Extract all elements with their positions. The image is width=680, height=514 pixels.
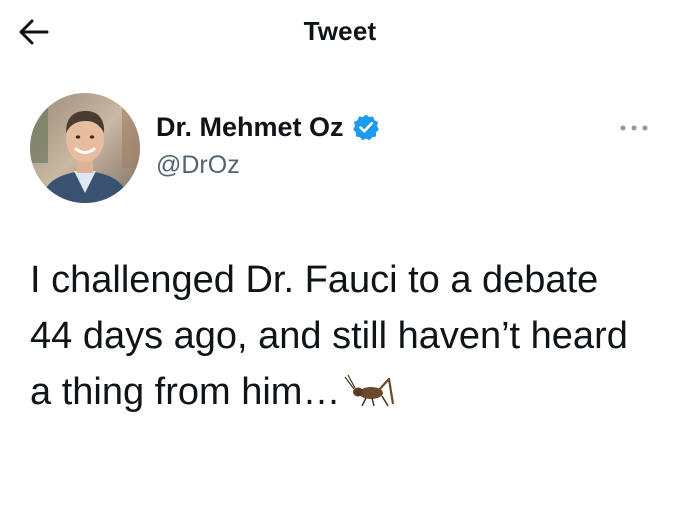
cricket-emoji-icon (344, 374, 395, 407)
verified-badge-icon (352, 114, 379, 141)
author-avatar[interactable] (30, 93, 140, 203)
tweet-body: I challenged Dr. Fauci to a debate 44 da… (30, 252, 650, 420)
author-block: Dr. Mehmet Oz @DrOz (156, 110, 380, 190)
author-name-row[interactable]: Dr. Mehmet Oz (156, 110, 380, 144)
avatar-photo (30, 93, 140, 203)
more-options-icon (620, 125, 648, 131)
page-title: Tweet (303, 16, 377, 46)
author-handle[interactable]: @DrOz (156, 150, 380, 180)
more-options-button[interactable] (614, 116, 654, 140)
author-display-name[interactable]: Dr. Mehmet Oz (156, 110, 344, 144)
top-bar: Tweet (0, 0, 680, 64)
tweet-text: I challenged Dr. Fauci to a debate 44 da… (30, 259, 628, 413)
